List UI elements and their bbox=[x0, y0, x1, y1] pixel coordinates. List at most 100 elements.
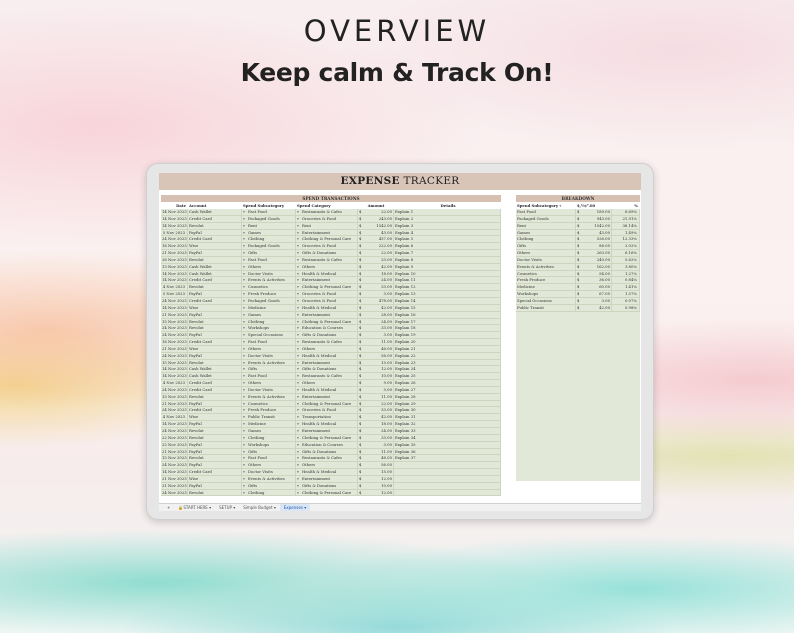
date-cell[interactable]: 15 Nov 2023 bbox=[161, 359, 188, 366]
date-cell[interactable]: 24 Nov 2023 bbox=[161, 489, 188, 496]
sheet-tab[interactable]: SETUP ▾ bbox=[215, 504, 239, 512]
account-cell[interactable]: Revolut bbox=[188, 325, 242, 332]
account-cell[interactable]: Revolut bbox=[188, 222, 242, 229]
amount-cell[interactable]: $33.00 bbox=[358, 284, 394, 291]
subcategory-cell[interactable]: ▾ Clothing bbox=[242, 318, 296, 325]
amount-cell[interactable]: $243.00 bbox=[358, 215, 394, 222]
filter-dropdown-icon[interactable]: ▾ bbox=[559, 203, 562, 208]
date-cell[interactable]: 14 Nov 2023 bbox=[161, 215, 188, 222]
account-cell[interactable]: Credit Card bbox=[188, 339, 242, 345]
amount-cell[interactable]: $28.00 bbox=[358, 311, 394, 318]
amount-cell[interactable]: $3.00 bbox=[358, 291, 394, 297]
account-cell[interactable]: Revolut bbox=[188, 489, 242, 496]
subcategory-cell[interactable]: ▾ Others bbox=[242, 263, 296, 270]
subcategory-cell[interactable]: ▾ Events & Activities bbox=[242, 277, 296, 284]
amount-cell[interactable]: $33.00 bbox=[358, 434, 394, 441]
subcategory-cell[interactable]: ▾ Fast Food bbox=[242, 209, 296, 215]
subcategory-cell[interactable]: ▾ Doctor Visits bbox=[242, 386, 296, 393]
amount-cell[interactable]: $222.00 bbox=[358, 243, 394, 250]
subcategory-cell[interactable]: ▾ Fast Food bbox=[242, 339, 296, 345]
details-cell[interactable]: Explain 17 bbox=[394, 318, 501, 325]
subcategory-cell[interactable]: ▾ Gifts bbox=[242, 448, 296, 455]
date-cell[interactable]: 4 Nov 2023 bbox=[161, 284, 188, 291]
details-cell[interactable] bbox=[394, 469, 501, 475]
date-cell[interactable]: 4 Nov 2023 bbox=[161, 414, 188, 421]
chevron-down-icon[interactable]: ▾ bbox=[304, 505, 306, 510]
details-cell[interactable]: Explain 26 bbox=[394, 380, 501, 386]
details-cell[interactable]: Explain 30 bbox=[394, 407, 501, 414]
details-cell[interactable]: Explain 25 bbox=[394, 373, 501, 380]
date-cell[interactable]: 22 Nov 2023 bbox=[161, 441, 188, 448]
date-cell[interactable]: 5 Nov 2023 bbox=[161, 229, 188, 236]
date-cell[interactable]: 15 Nov 2023 bbox=[161, 455, 188, 462]
date-cell[interactable]: 14 Nov 2023 bbox=[161, 469, 188, 475]
details-cell[interactable]: Explain 10 bbox=[394, 270, 501, 277]
account-cell[interactable]: PayPal bbox=[188, 250, 242, 256]
amount-cell[interactable]: $11.00 bbox=[358, 393, 394, 400]
date-cell[interactable]: 14 Nov 2023 bbox=[161, 366, 188, 373]
details-cell[interactable]: Explain 22 bbox=[394, 352, 501, 359]
account-cell[interactable]: Credit Card bbox=[188, 380, 242, 386]
amount-cell[interactable]: $22.00 bbox=[358, 250, 394, 256]
amount-cell[interactable]: $12.00 bbox=[358, 475, 394, 482]
subcategory-cell[interactable]: ▾ Cosmetics bbox=[242, 284, 296, 291]
subcategory-cell[interactable]: ▾ Events & Activities bbox=[242, 393, 296, 400]
account-cell[interactable]: PayPal bbox=[188, 441, 242, 448]
date-cell[interactable]: 21 Nov 2023 bbox=[161, 250, 188, 256]
account-cell[interactable]: Credit Card bbox=[188, 215, 242, 222]
subcategory-cell[interactable]: ▾ Doctor Visits bbox=[242, 352, 296, 359]
details-cell[interactable]: Explain 37 bbox=[394, 455, 501, 462]
details-cell[interactable]: Explain 5 bbox=[394, 236, 501, 243]
subcategory-cell[interactable]: ▾ Packaged Goods bbox=[242, 297, 296, 304]
date-cell[interactable]: 21 Nov 2023 bbox=[161, 482, 188, 489]
subcategory-cell[interactable]: ▾ Events & Activities bbox=[242, 475, 296, 482]
account-cell[interactable]: PayPal bbox=[188, 229, 242, 236]
date-cell[interactable]: 14 Nov 2023 bbox=[161, 304, 188, 311]
account-cell[interactable]: PayPal bbox=[188, 482, 242, 489]
account-cell[interactable]: Credit Card bbox=[188, 236, 242, 243]
date-cell[interactable]: 14 Nov 2023 bbox=[161, 209, 188, 215]
amount-cell[interactable]: $43.00 bbox=[358, 229, 394, 236]
date-cell[interactable]: 16 Nov 2023 bbox=[161, 339, 188, 345]
account-cell[interactable]: PayPal bbox=[188, 448, 242, 455]
amount-cell[interactable]: $3.00 bbox=[358, 441, 394, 448]
subcategory-cell[interactable]: ▾ Fast Food bbox=[242, 455, 296, 462]
amount-cell[interactable]: $42.00 bbox=[358, 414, 394, 421]
add-sheet-button[interactable]: + bbox=[163, 504, 174, 512]
details-cell[interactable]: Explain 14 bbox=[394, 297, 501, 304]
account-cell[interactable]: PayPal bbox=[188, 462, 242, 469]
amount-cell[interactable]: $18.00 bbox=[358, 421, 394, 427]
details-cell[interactable]: Explain 13 bbox=[394, 291, 501, 297]
amount-cell[interactable]: $10.00 bbox=[358, 482, 394, 489]
date-cell[interactable]: 24 Nov 2023 bbox=[161, 332, 188, 339]
subcategory-cell[interactable]: ▾ Others bbox=[242, 462, 296, 469]
date-cell[interactable]: 4 Nov 2023 bbox=[161, 380, 188, 386]
amount-cell[interactable]: $56.00 bbox=[358, 352, 394, 359]
chevron-down-icon[interactable]: ▾ bbox=[209, 505, 211, 510]
account-cell[interactable]: Cash Wallet bbox=[188, 263, 242, 270]
details-cell[interactable]: Explain 24 bbox=[394, 366, 501, 373]
account-cell[interactable]: PayPal bbox=[188, 291, 242, 297]
account-cell[interactable]: PayPal bbox=[188, 352, 242, 359]
chevron-down-icon[interactable]: ▾ bbox=[274, 505, 276, 510]
date-cell[interactable]: 13 Nov 2023 bbox=[161, 263, 188, 270]
amount-cell[interactable]: $11.00 bbox=[358, 339, 394, 345]
account-cell[interactable]: Wise bbox=[188, 414, 242, 421]
amount-cell[interactable]: $46.00 bbox=[358, 345, 394, 352]
date-cell[interactable]: 5 Nov 2023 bbox=[161, 291, 188, 297]
amount-cell[interactable]: $11.00 bbox=[358, 448, 394, 455]
subcategory-cell[interactable]: ▾ Fast Food bbox=[242, 373, 296, 380]
date-cell[interactable]: 24 Nov 2023 bbox=[161, 236, 188, 243]
subcategory-cell[interactable]: ▾ Medicine bbox=[242, 304, 296, 311]
amount-cell[interactable]: $22.00 bbox=[358, 400, 394, 407]
date-cell[interactable]: 22 Nov 2023 bbox=[161, 434, 188, 441]
account-cell[interactable]: PayPal bbox=[188, 421, 242, 427]
amount-cell[interactable]: $9.00 bbox=[358, 380, 394, 386]
date-cell[interactable]: 21 Nov 2023 bbox=[161, 475, 188, 482]
details-cell[interactable]: Explain 18 bbox=[394, 325, 501, 332]
amount-cell[interactable]: $33.00 bbox=[358, 256, 394, 263]
date-cell[interactable]: 14 Nov 2023 bbox=[161, 270, 188, 277]
date-cell[interactable]: 16 Nov 2023 bbox=[161, 243, 188, 250]
subcategory-cell[interactable]: ▾ Packaged Goods bbox=[242, 243, 296, 250]
sheet-tab[interactable]: Expenses ▾ bbox=[279, 503, 311, 511]
